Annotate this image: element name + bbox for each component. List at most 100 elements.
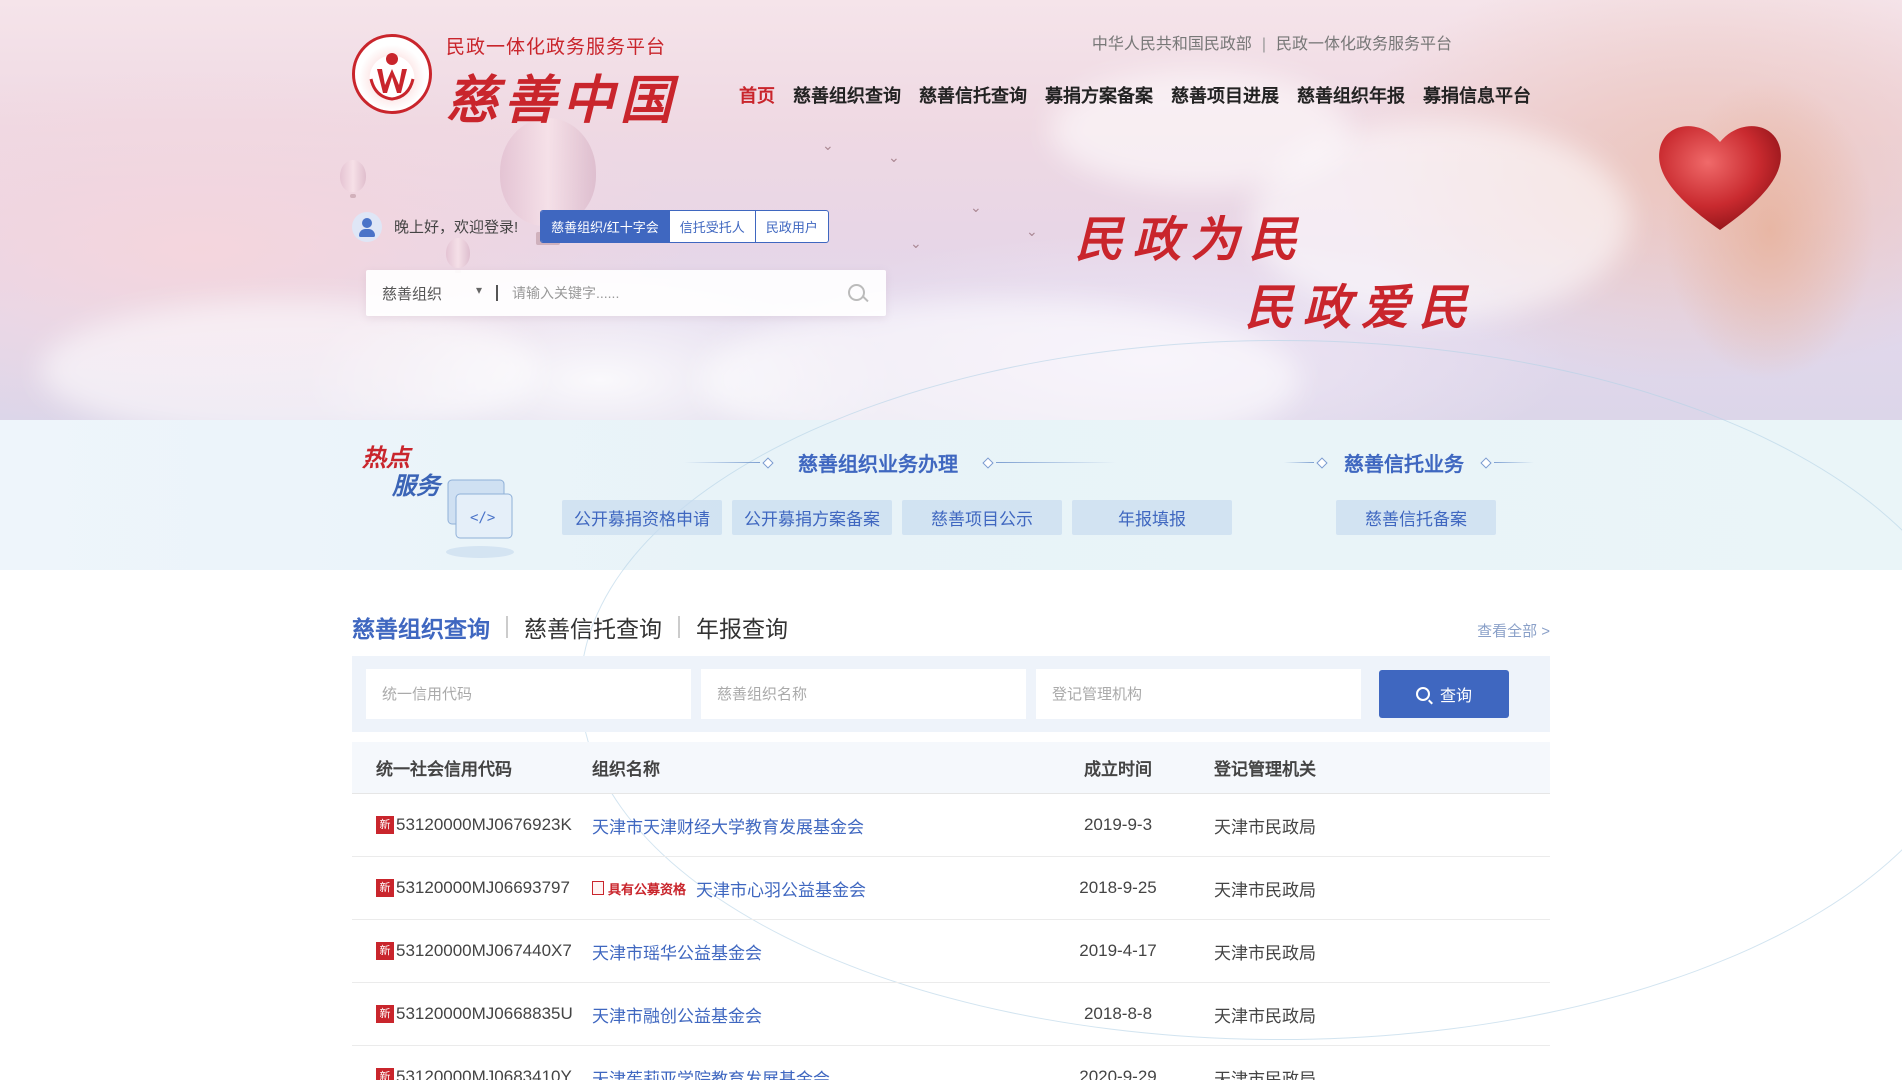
row-founded-date: 2018-8-8 bbox=[1083, 1004, 1153, 1023]
welcome-text: 晚上好，欢迎登录! bbox=[394, 219, 519, 236]
top-link-ministry[interactable]: 中华人民共和国民政部 bbox=[1092, 36, 1252, 53]
diamond-icon bbox=[1316, 456, 1328, 469]
header-org-name: 组织名称 bbox=[592, 760, 660, 779]
tab-annual-report-query[interactable]: 年报查询 bbox=[696, 610, 788, 644]
tab-trust-query[interactable]: 慈善信托查询 bbox=[524, 610, 662, 644]
section-title-trust-business: 慈善信托业务 bbox=[1344, 454, 1464, 476]
row-registration-authority: 天津市民政局 bbox=[1214, 1006, 1316, 1026]
site-logo[interactable] bbox=[352, 34, 432, 114]
query-button[interactable]: 查询 bbox=[1379, 670, 1509, 718]
row-founded-date: 2020-9-29 bbox=[1079, 1067, 1157, 1080]
section-head-trust-business: 慈善信托业务 bbox=[1284, 448, 1534, 477]
certificate-icon bbox=[592, 881, 604, 895]
diamond-icon bbox=[762, 456, 774, 469]
table-row[interactable]: 新 53120000MJ067440X7 天津市瑶华公益基金会 2019-4-17… bbox=[352, 920, 1550, 983]
search-type-value: 慈善组织 bbox=[382, 285, 443, 303]
nav-item-home[interactable]: 首页 bbox=[730, 82, 784, 108]
section-title-org-business: 慈善组织业务办理 bbox=[798, 454, 958, 476]
line-decoration bbox=[684, 462, 760, 463]
user-tab-trustee[interactable]: 信托受托人 bbox=[670, 211, 756, 242]
nav-item-project-progress[interactable]: 慈善项目进展 bbox=[1162, 82, 1288, 108]
user-tab-civil-affairs[interactable]: 民政用户 bbox=[756, 211, 828, 242]
user-tab-charity-org[interactable]: 慈善组织/红十字会 bbox=[541, 211, 670, 242]
search-type-select[interactable]: 慈善组织 ▾ bbox=[366, 283, 496, 304]
new-badge: 新 bbox=[376, 1005, 394, 1023]
table-row[interactable]: 新 53120000MJ0668835U 天津市融创公益基金会 2018-8-8 … bbox=[352, 983, 1550, 1046]
fundraising-plan-filing-button[interactable]: 公开募捐方案备案 bbox=[732, 500, 892, 535]
credit-code-field[interactable] bbox=[366, 669, 691, 719]
row-founded-date: 2019-4-17 bbox=[1079, 941, 1157, 960]
chevron-down-icon: ▾ bbox=[475, 282, 482, 297]
search-input[interactable] bbox=[512, 285, 836, 301]
org-name-link[interactable]: 天津市瑶华公益基金会 bbox=[592, 939, 762, 964]
top-link-separator: | bbox=[1261, 36, 1266, 53]
row-credit-code: 53120000MJ0676923K bbox=[396, 815, 572, 834]
row-credit-code: 53120000MJ0668835U bbox=[396, 1004, 573, 1023]
top-link-platform[interactable]: 民政一体化政务服务平台 bbox=[1276, 36, 1452, 53]
row-registration-authority: 天津市民政局 bbox=[1214, 1069, 1316, 1080]
hero-banner: ⌄ ⌄ ⌄ ⌄ ⌄ bbox=[0, 0, 1902, 420]
row-registration-authority: 天津市民政局 bbox=[1214, 880, 1316, 900]
tab-org-query[interactable]: 慈善组织查询 bbox=[352, 610, 490, 644]
tab-separator bbox=[678, 616, 680, 638]
row-founded-date: 2019-9-3 bbox=[1083, 815, 1153, 834]
table-row[interactable]: 新 53120000MJ06693797 具有公募资格 天津市心羽公益基金会 20… bbox=[352, 857, 1550, 920]
bird-icon: ⌄ bbox=[888, 150, 900, 166]
row-registration-authority: 天津市民政局 bbox=[1214, 817, 1316, 837]
table-row[interactable]: 新 53120000MJ0683410Y 天津茱莉亚学院教育发展基金会 2020-… bbox=[352, 1046, 1550, 1080]
balloon-decoration bbox=[340, 160, 366, 198]
org-name-link[interactable]: 天津茱莉亚学院教育发展基金会 bbox=[592, 1065, 830, 1080]
welcome-bar: 晚上好，欢迎登录! 慈善组织/红十字会 信托受托人 民政用户 bbox=[352, 210, 829, 243]
registration-authority-field[interactable] bbox=[1036, 669, 1361, 719]
search-icon[interactable] bbox=[836, 272, 878, 314]
slogan-line-2: 民政爱民 bbox=[1245, 280, 1478, 336]
platform-subtitle: 民政一体化政务服务平台 bbox=[446, 37, 667, 58]
nav-item-annual-report[interactable]: 慈善组织年报 bbox=[1288, 82, 1414, 108]
org-name-link[interactable]: 天津市融创公益基金会 bbox=[592, 1002, 762, 1027]
nav-item-trust-query[interactable]: 慈善信托查询 bbox=[910, 82, 1036, 108]
public-fundraising-qualification-button[interactable]: 公开募捐资格申请 bbox=[562, 500, 722, 535]
header-registration-authority: 登记管理机关 bbox=[1214, 760, 1316, 779]
code-window-icon: </> bbox=[446, 479, 514, 558]
user-avatar-icon[interactable] bbox=[352, 211, 382, 242]
hero-search-box: 慈善组织 ▾ bbox=[366, 270, 886, 316]
slogan-line-1: 民政为民 bbox=[1075, 212, 1308, 268]
new-badge: 新 bbox=[376, 1068, 394, 1080]
header-founded-date: 成立时间 bbox=[1084, 760, 1152, 779]
top-links: 中华人民共和国民政部 | 民政一体化政务服务平台 bbox=[1092, 30, 1452, 54]
line-decoration bbox=[1284, 462, 1314, 463]
org-name-link[interactable]: 天津市心羽公益基金会 bbox=[696, 876, 866, 901]
user-type-tabs: 慈善组织/红十字会 信托受托人 民政用户 bbox=[540, 210, 829, 243]
query-button-label: 查询 bbox=[1439, 688, 1472, 705]
org-name-field[interactable] bbox=[701, 669, 1026, 719]
org-table: 统一社会信用代码 组织名称 成立时间 登记管理机关 新 53120000MJ067… bbox=[352, 742, 1550, 1080]
svg-text:</>: </> bbox=[470, 510, 495, 526]
hot-title-part-2: 服务 bbox=[392, 471, 440, 500]
main-nav: 首页 慈善组织查询 慈善信托查询 募捐方案备案 慈善项目进展 慈善组织年报 募捐… bbox=[730, 82, 1540, 108]
brand-title: 慈善中国 bbox=[446, 70, 679, 131]
annual-report-fill-button[interactable]: 年报填报 bbox=[1072, 500, 1232, 535]
public-fundraising-qualification-badge: 具有公募资格 bbox=[592, 879, 686, 898]
nav-item-org-query[interactable]: 慈善组织查询 bbox=[784, 82, 910, 108]
new-badge: 新 bbox=[376, 816, 394, 834]
trust-filing-button[interactable]: 慈善信托备案 bbox=[1336, 500, 1496, 535]
nav-item-fundraising-platform[interactable]: 募捐信息平台 bbox=[1414, 82, 1540, 108]
search-icon bbox=[1415, 687, 1430, 701]
row-credit-code: 53120000MJ067440X7 bbox=[396, 941, 572, 960]
bird-icon: ⌄ bbox=[910, 236, 922, 252]
hot-service-title: 热点 服务 bbox=[362, 444, 442, 500]
org-name-link[interactable]: 天津市天津财经大学教育发展基金会 bbox=[592, 813, 864, 838]
filter-bar: 查询 bbox=[352, 656, 1550, 732]
table-row[interactable]: 新 53120000MJ0676923K 天津市天津财经大学教育发展基金会 201… bbox=[352, 794, 1550, 857]
view-all-link[interactable]: 查看全部 > bbox=[1477, 620, 1550, 641]
nav-item-fundraising-filing[interactable]: 募捐方案备案 bbox=[1036, 82, 1162, 108]
table-header: 统一社会信用代码 组织名称 成立时间 登记管理机关 bbox=[352, 742, 1550, 794]
row-registration-authority: 天津市民政局 bbox=[1214, 943, 1316, 963]
bird-icon: ⌄ bbox=[822, 138, 834, 154]
section-head-org-business: 慈善组织业务办理 bbox=[684, 448, 1116, 477]
bird-icon: ⌄ bbox=[970, 200, 982, 216]
bird-icon: ⌄ bbox=[1026, 224, 1038, 240]
cloud-decoration bbox=[40, 300, 540, 420]
line-decoration bbox=[996, 462, 1116, 463]
project-publicity-button[interactable]: 慈善项目公示 bbox=[902, 500, 1062, 535]
